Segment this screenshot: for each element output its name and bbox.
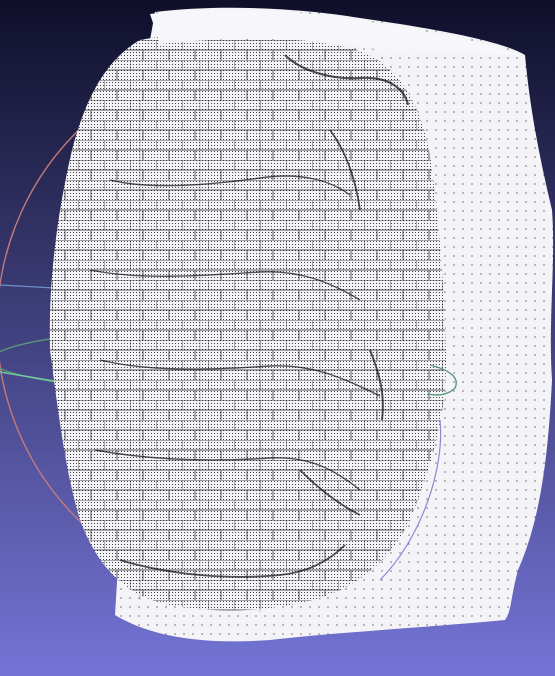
mesh-brick-relief [49, 33, 446, 611]
viewport-canvas[interactable] [0, 0, 555, 676]
meshlab-3d-viewport[interactable] [0, 0, 555, 676]
